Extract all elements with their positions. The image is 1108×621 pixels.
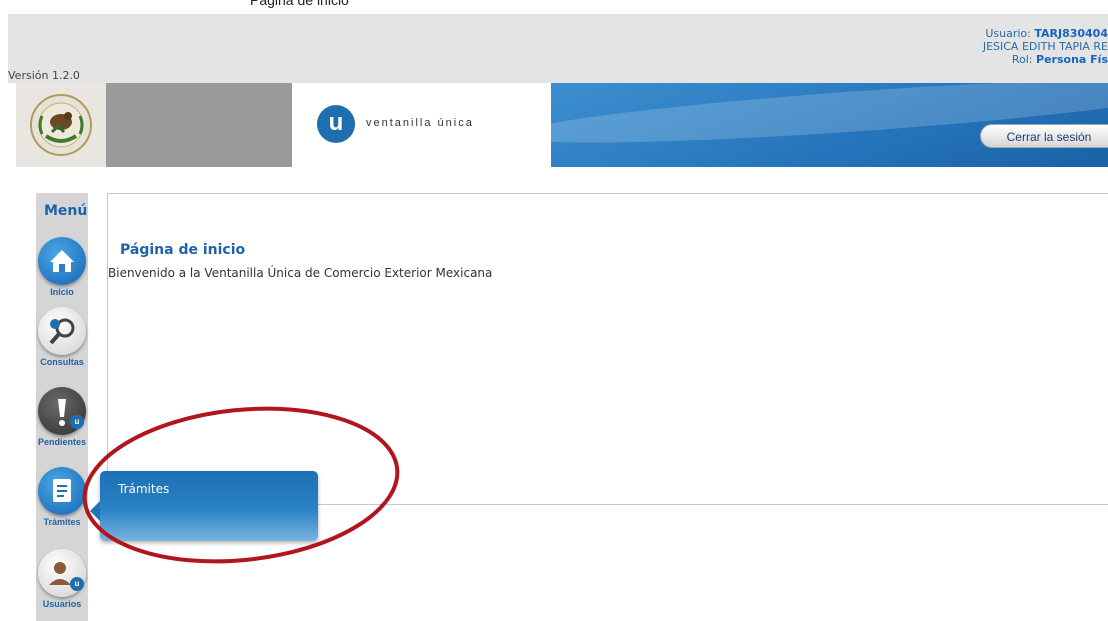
user-id: TARJ830404 bbox=[1034, 27, 1108, 40]
main-content: Página de inicio Bienvenido a la Ventani… bbox=[107, 193, 1108, 505]
role-label: Rol: bbox=[1011, 53, 1033, 66]
menu-label-pendientes: Pendientes bbox=[37, 437, 86, 447]
menu-label-inicio: Inicio bbox=[50, 287, 74, 297]
magnifier-icon[interactable] bbox=[38, 307, 86, 355]
top-band: Página de inicio bbox=[0, 0, 1108, 14]
menu-item-tramites[interactable]: Trámites bbox=[33, 467, 91, 527]
role-value: Persona Fís bbox=[1036, 53, 1108, 66]
flyout-item-tramites[interactable]: Trámites bbox=[118, 482, 169, 496]
banner-blue-area: Cerrar la sesión bbox=[551, 83, 1108, 167]
tramites-flyout-menu: Trámites bbox=[90, 471, 318, 541]
logo-text: ventanilla única bbox=[366, 117, 474, 129]
u-badge-icon: u bbox=[70, 577, 84, 591]
u-badge-icon: u bbox=[70, 415, 84, 429]
header: Versión 1.2.0 Usuario: TARJ830404 JESICA… bbox=[8, 14, 1108, 83]
home-icon[interactable] bbox=[38, 237, 86, 285]
menu-label-usuarios: Usuarios bbox=[42, 599, 82, 609]
menu-title: Menú bbox=[44, 203, 88, 219]
welcome-text: Bienvenido a la Ventanilla Única de Come… bbox=[108, 266, 493, 280]
user-info: Usuario: TARJ830404 JESICA EDITH TAPIA R… bbox=[983, 27, 1108, 66]
user-label: Usuario: bbox=[985, 27, 1031, 40]
menu-item-consultas[interactable]: Consultas bbox=[33, 307, 91, 367]
cropped-caption: Página de inicio bbox=[250, 0, 349, 8]
mexico-seal-icon bbox=[30, 94, 92, 156]
document-icon[interactable] bbox=[38, 467, 86, 515]
logout-button[interactable]: Cerrar la sesión bbox=[980, 124, 1108, 148]
banner: u ventanilla única Cerrar la sesión bbox=[16, 83, 1108, 167]
user-icon[interactable]: u bbox=[38, 549, 86, 597]
menu-label-consultas: Consultas bbox=[40, 357, 84, 367]
banner-gray-block bbox=[106, 83, 292, 167]
menu-item-pendientes[interactable]: u Pendientes bbox=[33, 387, 91, 447]
menu-label-tramites: Trámites bbox=[43, 517, 81, 527]
page-title: Página de inicio bbox=[120, 242, 246, 258]
user-name: JESICA EDITH TAPIA RE bbox=[982, 40, 1108, 53]
logo-u-icon: u bbox=[317, 105, 355, 143]
version-label: Versión 1.2.0 bbox=[8, 69, 80, 82]
seal-box bbox=[16, 83, 106, 167]
menu-item-usuarios[interactable]: u Usuarios bbox=[33, 549, 91, 609]
flyout-arrow bbox=[90, 501, 100, 521]
alert-icon[interactable]: u bbox=[38, 387, 86, 435]
menu-item-inicio[interactable]: Inicio bbox=[33, 237, 91, 297]
vucem-logo: u ventanilla única bbox=[292, 83, 551, 167]
sidebar-menu: Menú Inicio Consultas u Pendientes Trámi… bbox=[36, 193, 88, 621]
